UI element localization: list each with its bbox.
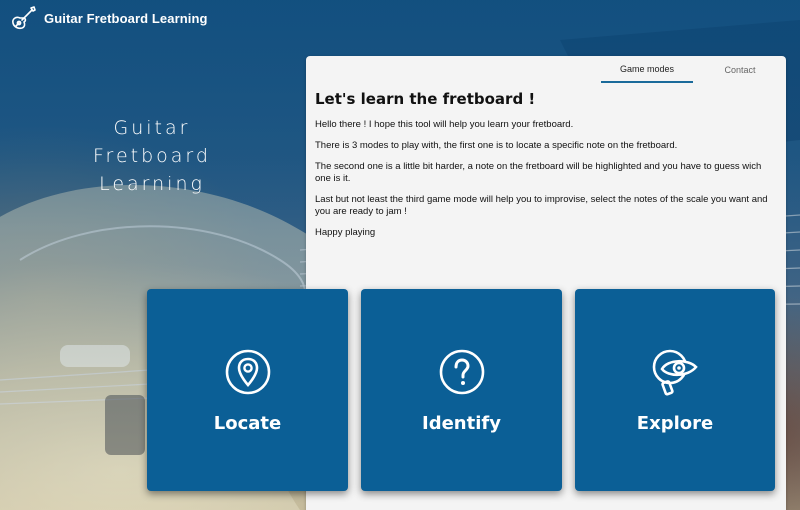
locate-mode-button[interactable]: Locate (147, 289, 348, 491)
question-circle-icon (437, 347, 487, 397)
hero-title: Guitar Fretboard Learning (60, 114, 244, 198)
app-title[interactable]: Guitar Fretboard Learning (44, 11, 208, 26)
explore-mode-button[interactable]: Explore (575, 289, 775, 491)
hero-line: Fretboard (93, 145, 211, 167)
identify-mode-button[interactable]: Identify (361, 289, 562, 491)
intro-text: Hello there ! I hope this tool will help… (315, 119, 777, 248)
tab-game-modes[interactable]: Game modes (601, 56, 693, 83)
tab-contact[interactable]: Contact (694, 56, 786, 83)
identify-label: Identify (422, 413, 501, 434)
app-bar: Guitar Fretboard Learning (0, 0, 800, 36)
hero-line: Guitar (113, 117, 191, 139)
eye-magnifier-icon (650, 347, 700, 397)
intro-paragraph: Hello there ! I hope this tool will help… (315, 119, 574, 130)
locate-label: Locate (213, 413, 282, 434)
intro-paragraph: The second one is a little bit harder, a… (315, 161, 762, 184)
guitar-icon[interactable] (8, 3, 38, 33)
explore-label: Explore (636, 413, 714, 434)
map-pin-icon (223, 347, 273, 397)
intro-paragraph: Last but not least the third game mode w… (315, 194, 768, 217)
intro-paragraph: There is 3 modes to play with, the first… (315, 140, 678, 151)
tab-bar: Game modes Contact (306, 56, 786, 83)
intro-paragraph: Happy playing (315, 227, 376, 238)
intro-heading: Let's learn the fretboard ! (315, 90, 536, 108)
hero-line: Learning (99, 173, 205, 195)
